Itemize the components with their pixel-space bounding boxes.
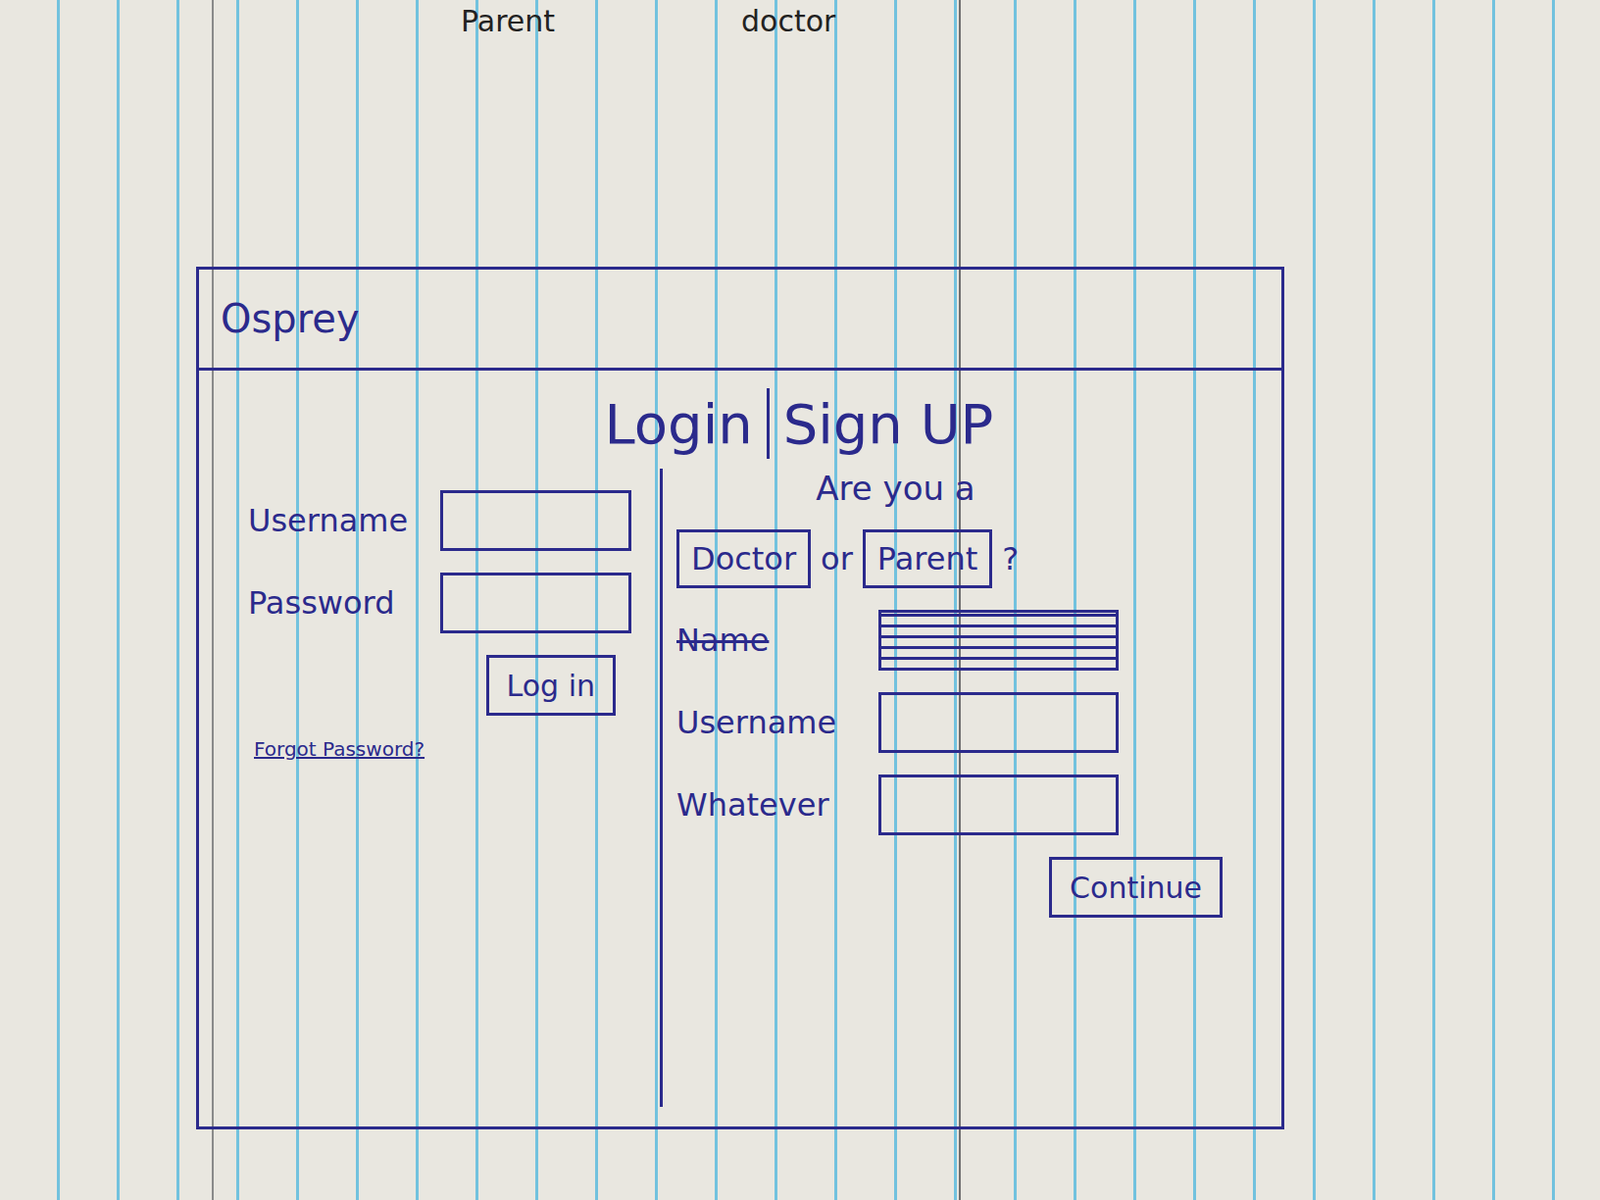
continue-button-row: Continue [676, 856, 1262, 918]
app-logo[interactable]: Osprey [220, 296, 360, 342]
signup-title: Sign UP [783, 392, 995, 456]
page-notes: Parent doctor [0, 0, 1600, 44]
text-input[interactable] [440, 490, 632, 551]
role-row: DoctororParent? [676, 529, 1262, 589]
title-separator [766, 388, 770, 459]
signup-field: Username [676, 692, 1262, 753]
text-input[interactable] [878, 774, 1119, 836]
login-title: Login [604, 392, 753, 456]
forgot-password-link[interactable]: Forgot Password? [248, 737, 641, 761]
login-button[interactable]: Log in [486, 654, 616, 716]
role-or: or [820, 540, 853, 578]
login-field: Username [248, 490, 641, 551]
field-label: Whatever [676, 786, 873, 824]
signup-field: Name [676, 609, 1262, 671]
login-field: Password [248, 572, 641, 634]
header-bar: Osprey [199, 269, 1282, 371]
role-question: Are you a [676, 468, 1262, 508]
role-question-mark: ? [1001, 540, 1019, 578]
role-button[interactable]: Doctor [676, 529, 811, 589]
page-note: Parent [460, 3, 555, 44]
page-note: doctor [741, 3, 836, 44]
page-title: Login Sign UP [199, 370, 1282, 469]
text-input[interactable] [440, 572, 632, 634]
app-window: Osprey Login Sign UP Username Password Log in… [196, 266, 1285, 1130]
page: Parent doctor Osprey Login Sign UP Username Pa… [0, 0, 1600, 1200]
field-label: Name [676, 621, 873, 659]
signup-field: Whatever [676, 774, 1262, 836]
login-button-row: Log in [248, 654, 641, 716]
signup-column: Are you a DoctororParent? Name Username What… [659, 468, 1282, 1107]
form-columns: Username Password Log in Forgot Password? Ar… [199, 468, 1282, 1127]
text-input [878, 609, 1119, 671]
field-label: Password [248, 584, 435, 622]
role-button[interactable]: Parent [862, 529, 993, 589]
login-column: Username Password Log in Forgot Password? [199, 468, 660, 1107]
field-label: Username [248, 501, 435, 540]
text-input[interactable] [878, 692, 1119, 753]
continue-button[interactable]: Continue [1049, 856, 1223, 918]
field-label: Username [676, 703, 873, 742]
